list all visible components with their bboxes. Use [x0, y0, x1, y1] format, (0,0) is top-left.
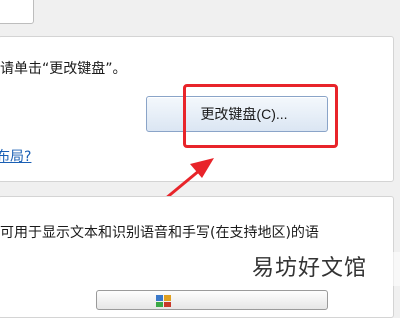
watermark-text: 易坊好文馆	[246, 252, 400, 286]
language-bar-button[interactable]	[96, 290, 328, 310]
shield-icon	[156, 295, 171, 307]
language-bar-description: 可用于显示文本和识别语音和手写(在支持地区)的语	[0, 225, 319, 241]
